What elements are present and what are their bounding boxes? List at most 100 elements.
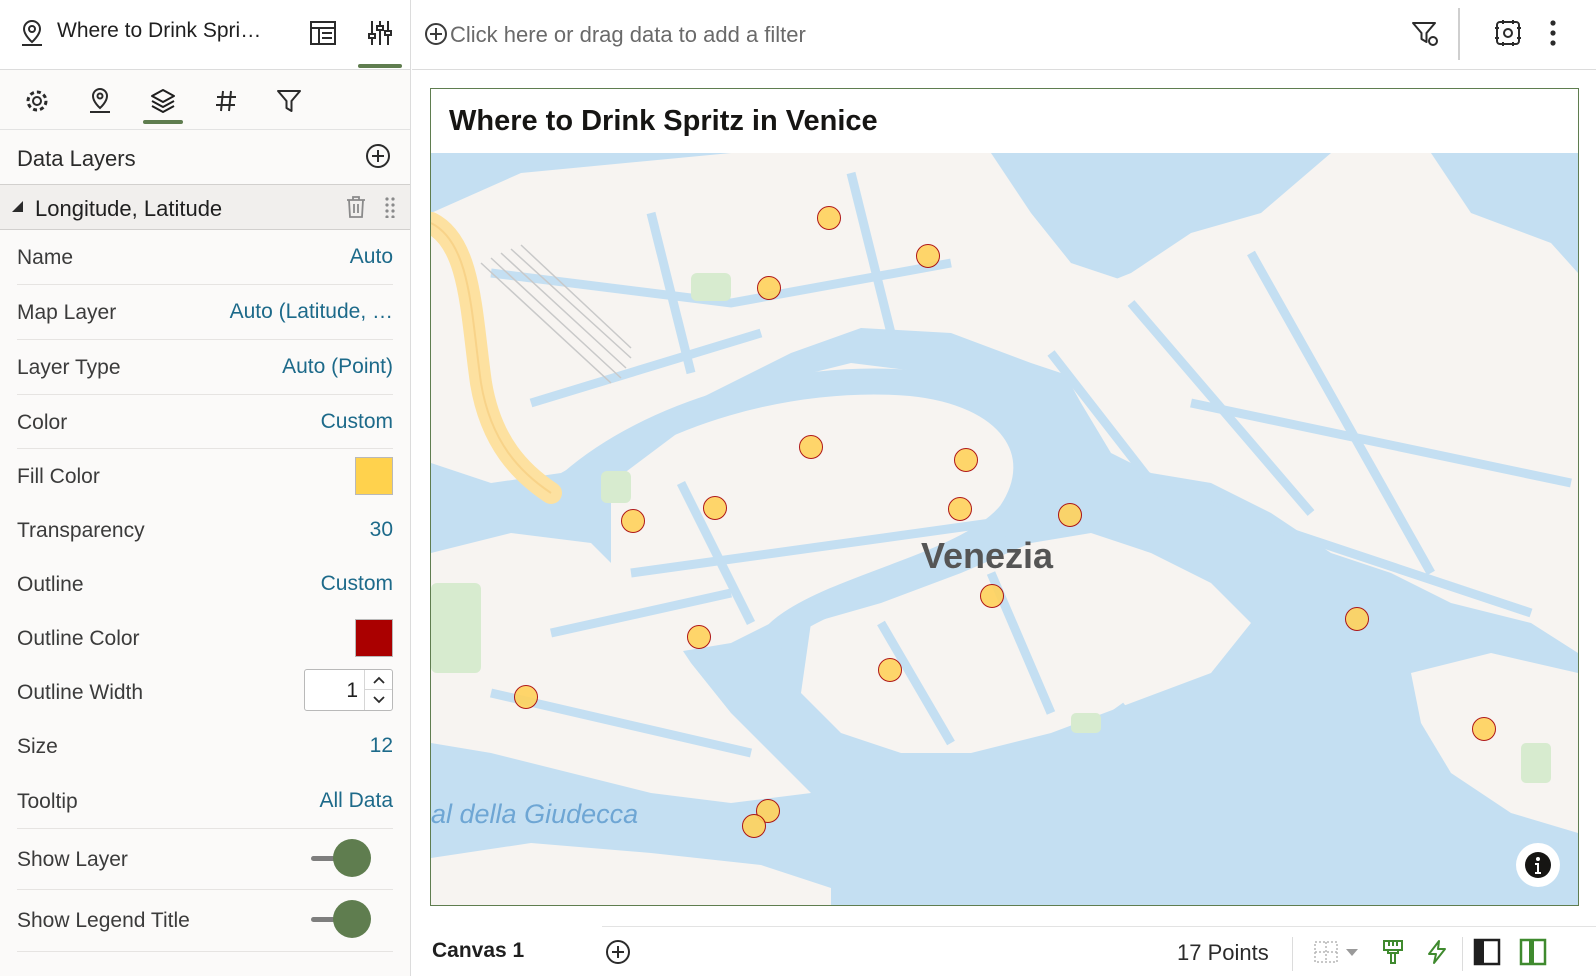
add-canvas-icon[interactable] <box>604 937 632 967</box>
prop-label: Map Layer <box>17 301 117 324</box>
map-point[interactable] <box>687 624 712 649</box>
visualization-title-text[interactable]: Where to Drink Spritz in Venice <box>449 105 878 138</box>
tab-layers[interactable] <box>143 78 183 124</box>
paint-brush-icon[interactable] <box>1380 937 1406 967</box>
toggle-knob[interactable] <box>333 839 371 877</box>
data-layers-section: Data Layers <box>0 130 410 185</box>
info-button[interactable] <box>1516 843 1560 887</box>
prop-label: Transparency <box>17 519 145 542</box>
prop-tooltip[interactable]: Tooltip All Data <box>17 774 393 829</box>
prop-map-layer[interactable]: Map Layer Auto (Latitude, … <box>17 285 393 340</box>
info-icon <box>1525 852 1551 878</box>
map-point[interactable] <box>877 657 902 682</box>
properties-sliders-icon[interactable] <box>365 18 395 48</box>
tab-filter[interactable] <box>269 78 309 124</box>
prop-label: Size <box>17 735 58 758</box>
prop-outline[interactable]: Outline Custom <box>17 557 393 611</box>
show-legend-title-toggle[interactable] <box>311 900 371 940</box>
layer-title: Longitude, Latitude <box>35 196 223 221</box>
outline-color-swatch[interactable] <box>355 619 393 657</box>
tab-number-format[interactable] <box>206 78 246 124</box>
map-point[interactable] <box>947 496 972 521</box>
map-point[interactable] <box>1344 607 1369 632</box>
prop-value[interactable]: 12 <box>370 734 393 758</box>
prop-show-layer[interactable]: Show Layer <box>17 829 393 890</box>
prop-value[interactable]: Auto (Point) <box>282 355 393 379</box>
canal-label: al della Giudecca <box>431 799 639 829</box>
grid-layout-icon <box>1314 941 1358 963</box>
prop-show-legend-title[interactable]: Show Legend Title <box>17 890 393 952</box>
hash-icon <box>216 90 236 112</box>
prop-name[interactable]: Name Auto <box>17 230 393 285</box>
prop-label: Name <box>17 246 74 269</box>
drag-handle-icon[interactable] <box>383 194 397 220</box>
prop-value[interactable]: Auto <box>350 245 393 269</box>
data-panel-icon[interactable] <box>308 18 338 48</box>
layout-dropdown[interactable] <box>1312 937 1362 967</box>
visualization-title[interactable]: Where to Drink Spri… <box>57 19 261 43</box>
more-options-icon[interactable] <box>1547 17 1559 49</box>
divider <box>1292 937 1293 971</box>
chevron-up-icon[interactable] <box>365 670 392 690</box>
prop-layer-type[interactable]: Layer Type Auto (Point) <box>17 340 393 395</box>
prop-value[interactable]: Auto (Latitude, … <box>230 300 393 324</box>
map-area[interactable]: Venezia al della Giudecca <box>431 153 1578 905</box>
map-point[interactable] <box>979 583 1004 608</box>
tab-general[interactable] <box>17 78 57 124</box>
divider <box>1462 937 1463 971</box>
add-filter-icon[interactable] <box>423 21 449 47</box>
prop-transparency[interactable]: Transparency 30 <box>17 503 393 557</box>
fill-color-swatch[interactable] <box>355 457 393 495</box>
map-point[interactable] <box>798 435 823 460</box>
canvas-settings-icon[interactable] <box>1492 17 1524 49</box>
properties-panel: Where to Drink Spri… Data Layers Longitu… <box>0 0 411 976</box>
filter-settings-icon[interactable] <box>1410 19 1440 49</box>
map-background <box>431 153 1578 905</box>
stepper-buttons <box>364 670 392 710</box>
map-pin-icon <box>18 18 46 48</box>
property-tabs <box>0 70 410 130</box>
prop-fill-color[interactable]: Fill Color <box>17 449 393 503</box>
map-point[interactable] <box>817 205 841 230</box>
prop-value[interactable]: Custom <box>321 572 393 596</box>
active-header-indicator <box>358 64 402 68</box>
map-point[interactable] <box>953 447 978 472</box>
auto-apply-lightning-icon[interactable] <box>1424 937 1450 967</box>
prop-size[interactable]: Size 12 <box>17 719 393 774</box>
layer-header[interactable]: Longitude, Latitude <box>0 184 410 230</box>
prop-label: Outline <box>17 573 84 596</box>
tab-map[interactable] <box>80 78 120 124</box>
left-panel-toggle-icon[interactable] <box>1472 937 1502 967</box>
right-panel-toggle-icon[interactable] <box>1518 937 1548 967</box>
chevron-down-icon[interactable] <box>365 690 392 710</box>
filter-bar: Click here or drag data to add a filter <box>412 0 1596 70</box>
prop-color[interactable]: Color Custom <box>17 395 393 449</box>
canvas-tab[interactable]: Canvas 1 <box>412 925 602 977</box>
stepper-value[interactable]: 1 <box>346 679 358 703</box>
canvas-tab-label[interactable]: Canvas 1 <box>432 939 524 963</box>
prop-outline-width[interactable]: Outline Width 1 <box>17 665 393 719</box>
prop-outline-color[interactable]: Outline Color <box>17 611 393 665</box>
map-point[interactable] <box>915 244 940 269</box>
toggle-knob[interactable] <box>333 900 371 938</box>
data-layers-label: Data Layers <box>17 146 136 171</box>
filter-drop-zone[interactable]: Click here or drag data to add a filter <box>450 22 806 48</box>
map-visualization[interactable]: Where to Drink Spritz in Venice Venezia … <box>430 88 1579 906</box>
add-layer-icon[interactable] <box>364 142 392 170</box>
collapse-triangle-icon[interactable] <box>10 198 24 214</box>
trash-icon[interactable] <box>343 194 369 220</box>
outline-width-stepper[interactable]: 1 <box>304 669 393 711</box>
divider <box>1458 8 1460 60</box>
prop-label: Show Layer <box>17 848 128 871</box>
prop-value[interactable]: All Data <box>319 789 393 813</box>
show-layer-toggle[interactable] <box>311 839 371 879</box>
prop-value[interactable]: Custom <box>321 410 393 434</box>
prop-label: Show Legend Title <box>17 909 190 932</box>
prop-label: Outline Color <box>17 627 140 650</box>
visualization-header: Where to Drink Spri… <box>0 0 410 70</box>
bottom-bar: Canvas 1 17 Points <box>412 925 1596 977</box>
prop-label: Color <box>17 411 68 434</box>
prop-label: Fill Color <box>17 465 100 488</box>
map-point[interactable] <box>1471 717 1496 742</box>
prop-value[interactable]: 30 <box>370 518 393 542</box>
